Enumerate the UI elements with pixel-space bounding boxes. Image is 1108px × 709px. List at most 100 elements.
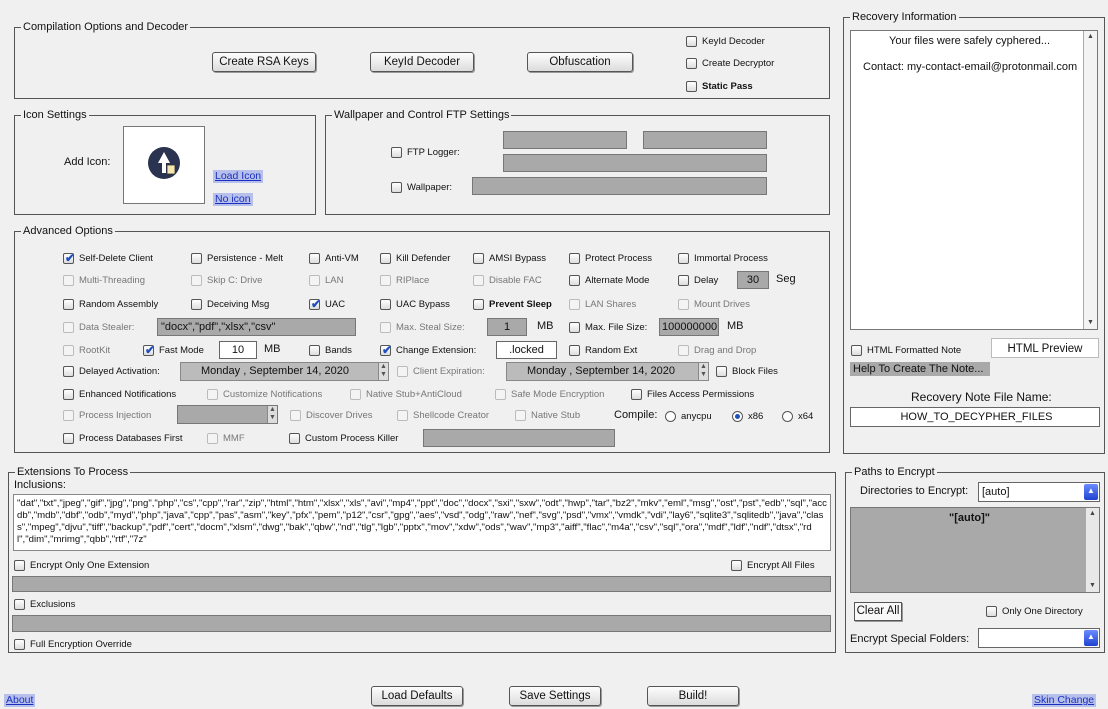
mount-drives-checkbox[interactable]: Mount Drives — [678, 297, 750, 311]
discover-drives-checkbox[interactable]: Discover Drives — [290, 408, 373, 422]
max-file-size-field[interactable]: 100000000 — [659, 318, 719, 336]
ftp-host-field[interactable] — [503, 131, 627, 149]
directory-list-item[interactable]: "[auto]" — [949, 512, 990, 524]
wallpaper-checkbox[interactable]: Wallpaper: — [391, 180, 452, 194]
html-formatted-checkbox[interactable]: HTML Formatted Note — [851, 343, 961, 357]
special-folders-combo[interactable]: ▲ — [978, 628, 1100, 648]
wallpaper-field[interactable] — [472, 177, 767, 195]
note-scrollbar[interactable]: ▲ ▼ — [1083, 31, 1097, 329]
native-stub-checkbox[interactable]: Native Stub — [515, 408, 580, 422]
mmf-checkbox[interactable]: MMF — [207, 431, 245, 445]
no-icon-link[interactable]: No icon — [213, 193, 253, 206]
shellcode-creator-checkbox[interactable]: Shellcode Creator — [397, 408, 489, 422]
compile-x64-radio[interactable]: x64 — [782, 409, 813, 423]
block-files-checkbox[interactable]: Block Files — [716, 364, 778, 378]
full-encryption-override-checkbox[interactable]: Full Encryption Override — [14, 637, 132, 651]
process-injection-checkbox[interactable]: Process Injection — [63, 408, 151, 422]
encrypt-one-extension-checkbox[interactable]: Encrypt Only One Extension — [14, 558, 149, 572]
exclusions-checkbox[interactable]: Exclusions — [14, 597, 75, 611]
prevent-sleep-checkbox[interactable]: Prevent Sleep — [473, 297, 552, 311]
delayed-activation-date[interactable]: Monday , September 14, 2020 ▲ ▼ — [180, 362, 389, 381]
riplace-checkbox[interactable]: RIPlace — [380, 273, 429, 287]
directories-list[interactable]: "[auto]" ▲ ▼ — [850, 507, 1100, 593]
ftp-user-field[interactable] — [643, 131, 767, 149]
compile-anycpu-radio[interactable]: anycpu — [665, 409, 712, 423]
rootkit-checkbox[interactable]: RootKit — [63, 343, 110, 357]
html-preview-tab[interactable]: HTML Preview — [991, 338, 1099, 358]
immortal-process-checkbox[interactable]: Immortal Process — [678, 251, 768, 265]
change-extension-checkbox[interactable]: ✔ Change Extension: — [380, 343, 476, 357]
ftp-logger-checkbox[interactable]: FTP Logger: — [391, 145, 460, 159]
self-delete-client-checkbox[interactable]: ✔ Self-Delete Client — [63, 251, 153, 265]
ftp-pass-field[interactable] — [503, 154, 767, 172]
alternate-mode-checkbox[interactable]: Alternate Mode — [569, 273, 649, 287]
static-pass-checkbox[interactable]: Static Pass — [686, 79, 753, 93]
encrypt-all-files-checkbox[interactable]: Encrypt All Files — [731, 558, 815, 572]
drag-and-drop-checkbox[interactable]: Drag and Drop — [678, 343, 756, 357]
delay-field[interactable]: 30 — [737, 271, 769, 289]
create-rsa-keys-button[interactable]: Create RSA Keys — [212, 52, 316, 72]
lan-shares-checkbox[interactable]: LAN Shares — [569, 297, 636, 311]
random-assembly-checkbox[interactable]: Random Assembly — [63, 297, 158, 311]
max-steal-field[interactable]: 1 — [487, 318, 527, 336]
save-settings-button[interactable]: Save Settings — [509, 686, 601, 706]
directories-combo[interactable]: [auto] ▲ — [978, 482, 1100, 502]
enhanced-notifications-checkbox[interactable]: Enhanced Notifications — [63, 387, 176, 401]
directories-scrollbar[interactable]: ▲ ▼ — [1085, 508, 1099, 592]
one-extension-field[interactable] — [12, 576, 831, 592]
custom-process-killer-checkbox[interactable]: Custom Process Killer — [289, 431, 398, 445]
build-button[interactable]: Build! — [647, 686, 739, 706]
data-stealer-checkbox[interactable]: Data Stealer: — [63, 320, 134, 334]
delayed-activation-checkbox[interactable]: Delayed Activation: — [63, 364, 160, 378]
process-injection-combo[interactable]: ▲ ▼ — [177, 405, 278, 424]
anti-vm-checkbox[interactable]: Anti-VM — [309, 251, 359, 265]
keyid-decoder-checkbox[interactable]: KeyId Decoder — [686, 34, 765, 48]
create-decryptor-checkbox[interactable]: Create Decryptor — [686, 56, 774, 70]
multi-threading-checkbox[interactable]: Multi-Threading — [63, 273, 145, 287]
compile-x86-radio[interactable]: x86 — [732, 409, 763, 423]
recovery-file-name-label: Recovery Note File Name: — [911, 390, 1052, 404]
data-stealer-field[interactable]: "docx","pdf","xlsx","csv" — [157, 318, 356, 336]
process-databases-first-checkbox[interactable]: Process Databases First — [63, 431, 182, 445]
load-icon-link[interactable]: Load Icon — [213, 170, 264, 183]
skin-change-link[interactable]: Skin Change — [1032, 694, 1097, 707]
persistence-melt-checkbox[interactable]: Persistence - Melt — [191, 251, 283, 265]
recovery-note-textarea[interactable]: Your files were safely cyphered... Conta… — [850, 30, 1098, 330]
deceiving-msg-checkbox[interactable]: Deceiving Msg — [191, 297, 269, 311]
fast-mode-checkbox[interactable]: ✔ Fast Mode — [143, 343, 204, 357]
files-access-permissions-checkbox[interactable]: Files Access Permissions — [631, 387, 754, 401]
max-steal-size-checkbox[interactable]: Max. Steal Size: — [380, 320, 465, 334]
customize-notifications-checkbox[interactable]: Customize Notifications — [207, 387, 322, 401]
help-create-note-link[interactable]: Help To Create The Note... — [850, 362, 990, 376]
native-stub-anticloud-checkbox[interactable]: Native Stub+AntiCloud — [350, 387, 462, 401]
delay-checkbox[interactable]: Delay — [678, 273, 718, 287]
client-expiration-checkbox[interactable]: Client Expiration: — [397, 364, 485, 378]
random-ext-checkbox[interactable]: Random Ext — [569, 343, 637, 357]
recovery-file-name-input[interactable]: HOW_TO_DECYPHER_FILES — [850, 407, 1100, 427]
kill-defender-checkbox[interactable]: Kill Defender — [380, 251, 450, 265]
lan-checkbox[interactable]: LAN — [309, 273, 343, 287]
extension-field[interactable]: .locked — [496, 341, 557, 359]
fast-mode-field[interactable]: 10 — [219, 341, 257, 359]
protect-process-checkbox[interactable]: Protect Process — [569, 251, 652, 265]
exclusions-field[interactable] — [12, 615, 831, 632]
only-one-directory-checkbox[interactable]: Only One Directory — [986, 604, 1083, 618]
amsi-bypass-checkbox[interactable]: AMSI Bypass — [473, 251, 546, 265]
uac-checkbox[interactable]: ✔ UAC — [309, 297, 345, 311]
icon-preview[interactable] — [123, 126, 205, 204]
clear-all-button[interactable]: Clear All — [854, 602, 902, 621]
obfuscation-button[interactable]: Obfuscation — [527, 52, 633, 72]
client-expiration-date[interactable]: Monday , September 14, 2020 ▲ ▼ — [506, 362, 709, 381]
uac-bypass-checkbox[interactable]: UAC Bypass — [380, 297, 450, 311]
disable-fac-checkbox[interactable]: Disable FAC — [473, 273, 542, 287]
about-link[interactable]: About — [4, 694, 36, 707]
skip-c-drive-checkbox[interactable]: Skip C: Drive — [191, 273, 262, 287]
keyid-decoder-button[interactable]: KeyId Decoder — [370, 52, 474, 72]
custom-process-killer-field[interactable] — [423, 429, 615, 447]
max-file-size-checkbox[interactable]: Max. File Size: — [569, 320, 647, 334]
bands-checkbox[interactable]: Bands — [309, 343, 352, 357]
safe-mode-encryption-checkbox[interactable]: Safe Mode Encryption — [495, 387, 604, 401]
inclusions-textarea[interactable]: "dat","txt","jpeg","gif","jpg","png","ph… — [13, 494, 831, 551]
load-defaults-button[interactable]: Load Defaults — [371, 686, 463, 706]
note-line-2: Contact: my-contact-email@protonmail.com — [863, 61, 1078, 73]
